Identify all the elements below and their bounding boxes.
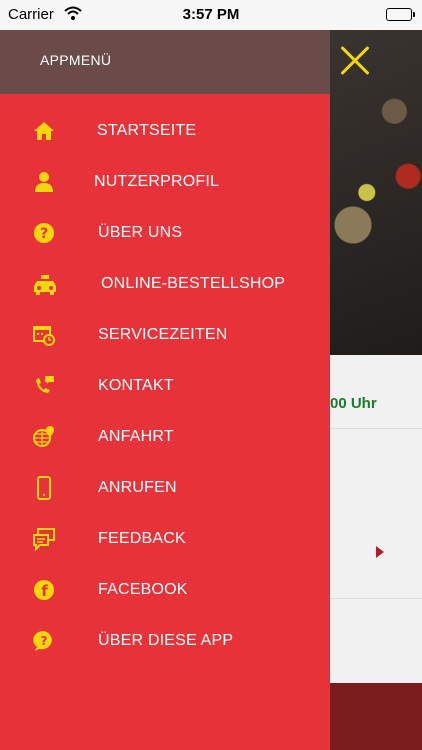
menu-item-anrufen[interactable]: ANRUFEN (0, 465, 330, 511)
menu-item-kontakt[interactable]: KONTAKT (0, 363, 330, 409)
menu-item-startseite[interactable]: STARTSEITE (0, 108, 330, 154)
close-icon[interactable] (338, 44, 372, 78)
menu-item-label: KONTAKT (98, 377, 174, 394)
svg-text:?: ? (41, 634, 48, 648)
opening-hours-text: 00 Uhr (330, 395, 377, 412)
divider (330, 598, 422, 599)
menu-item-anfahrt[interactable]: ANFAHRT (0, 414, 330, 460)
menu-item-ueber-uns[interactable]: ? ÜBER UNS (0, 210, 330, 256)
menu-item-label: FEEDBACK (98, 530, 186, 547)
status-bar: Carrier 3:57 PM (0, 0, 422, 30)
taxi-icon (32, 272, 56, 296)
home-icon (32, 119, 56, 143)
chat-bubbles-icon (32, 527, 56, 552)
calendar-clock-icon (32, 323, 56, 347)
menu-header: APPMENÜ (0, 30, 330, 94)
menu-item-label: ÜBER UNS (98, 224, 183, 241)
menu-title: APPMENÜ (40, 52, 112, 68)
mobile-phone-icon (32, 476, 56, 500)
chevron-right-icon[interactable] (376, 546, 384, 558)
globe-pin-icon (32, 425, 56, 449)
menu-item-label: ONLINE-BESTELLSHOP (101, 275, 286, 292)
menu-item-online-bestellshop[interactable]: ONLINE-BESTELLSHOP (0, 261, 330, 307)
menu-item-feedback[interactable]: FEEDBACK (0, 516, 330, 562)
question-icon: ? (32, 221, 56, 245)
question-bubble-icon: ? (32, 629, 56, 653)
menu-item-label: ANRUFEN (98, 479, 177, 496)
menu-item-label: STARTSEITE (97, 122, 197, 139)
phone-chat-icon (32, 374, 56, 398)
menu-item-facebook[interactable]: f FACEBOOK (0, 567, 330, 613)
side-menu: APPMENÜ STARTSEITE NUTZERPROFIL ? ÜBER U… (0, 30, 330, 750)
user-icon (32, 170, 56, 194)
facebook-icon: f (32, 578, 56, 602)
menu-item-label: ANFAHRT (98, 428, 174, 445)
battery-icon (386, 8, 415, 21)
menu-item-nutzerprofil[interactable]: NUTZERPROFIL (0, 159, 330, 205)
bottom-bar (330, 683, 422, 750)
menu-item-label: ÜBER DIESE APP (98, 632, 234, 649)
clock: 3:57 PM (182, 6, 240, 23)
svg-text:f: f (41, 582, 48, 600)
svg-text:?: ? (40, 226, 48, 242)
header-photo (330, 30, 422, 355)
menu-item-label: SERVICEZEITEN (98, 326, 228, 343)
menu-item-servicezeiten[interactable]: SERVICEZEITEN (0, 312, 330, 358)
divider (330, 428, 422, 429)
menu-item-ueber-diese-app[interactable]: ? ÜBER DIESE APP (0, 618, 330, 664)
menu-item-label: FACEBOOK (98, 581, 188, 598)
menu-item-label: NUTZERPROFIL (94, 173, 220, 190)
